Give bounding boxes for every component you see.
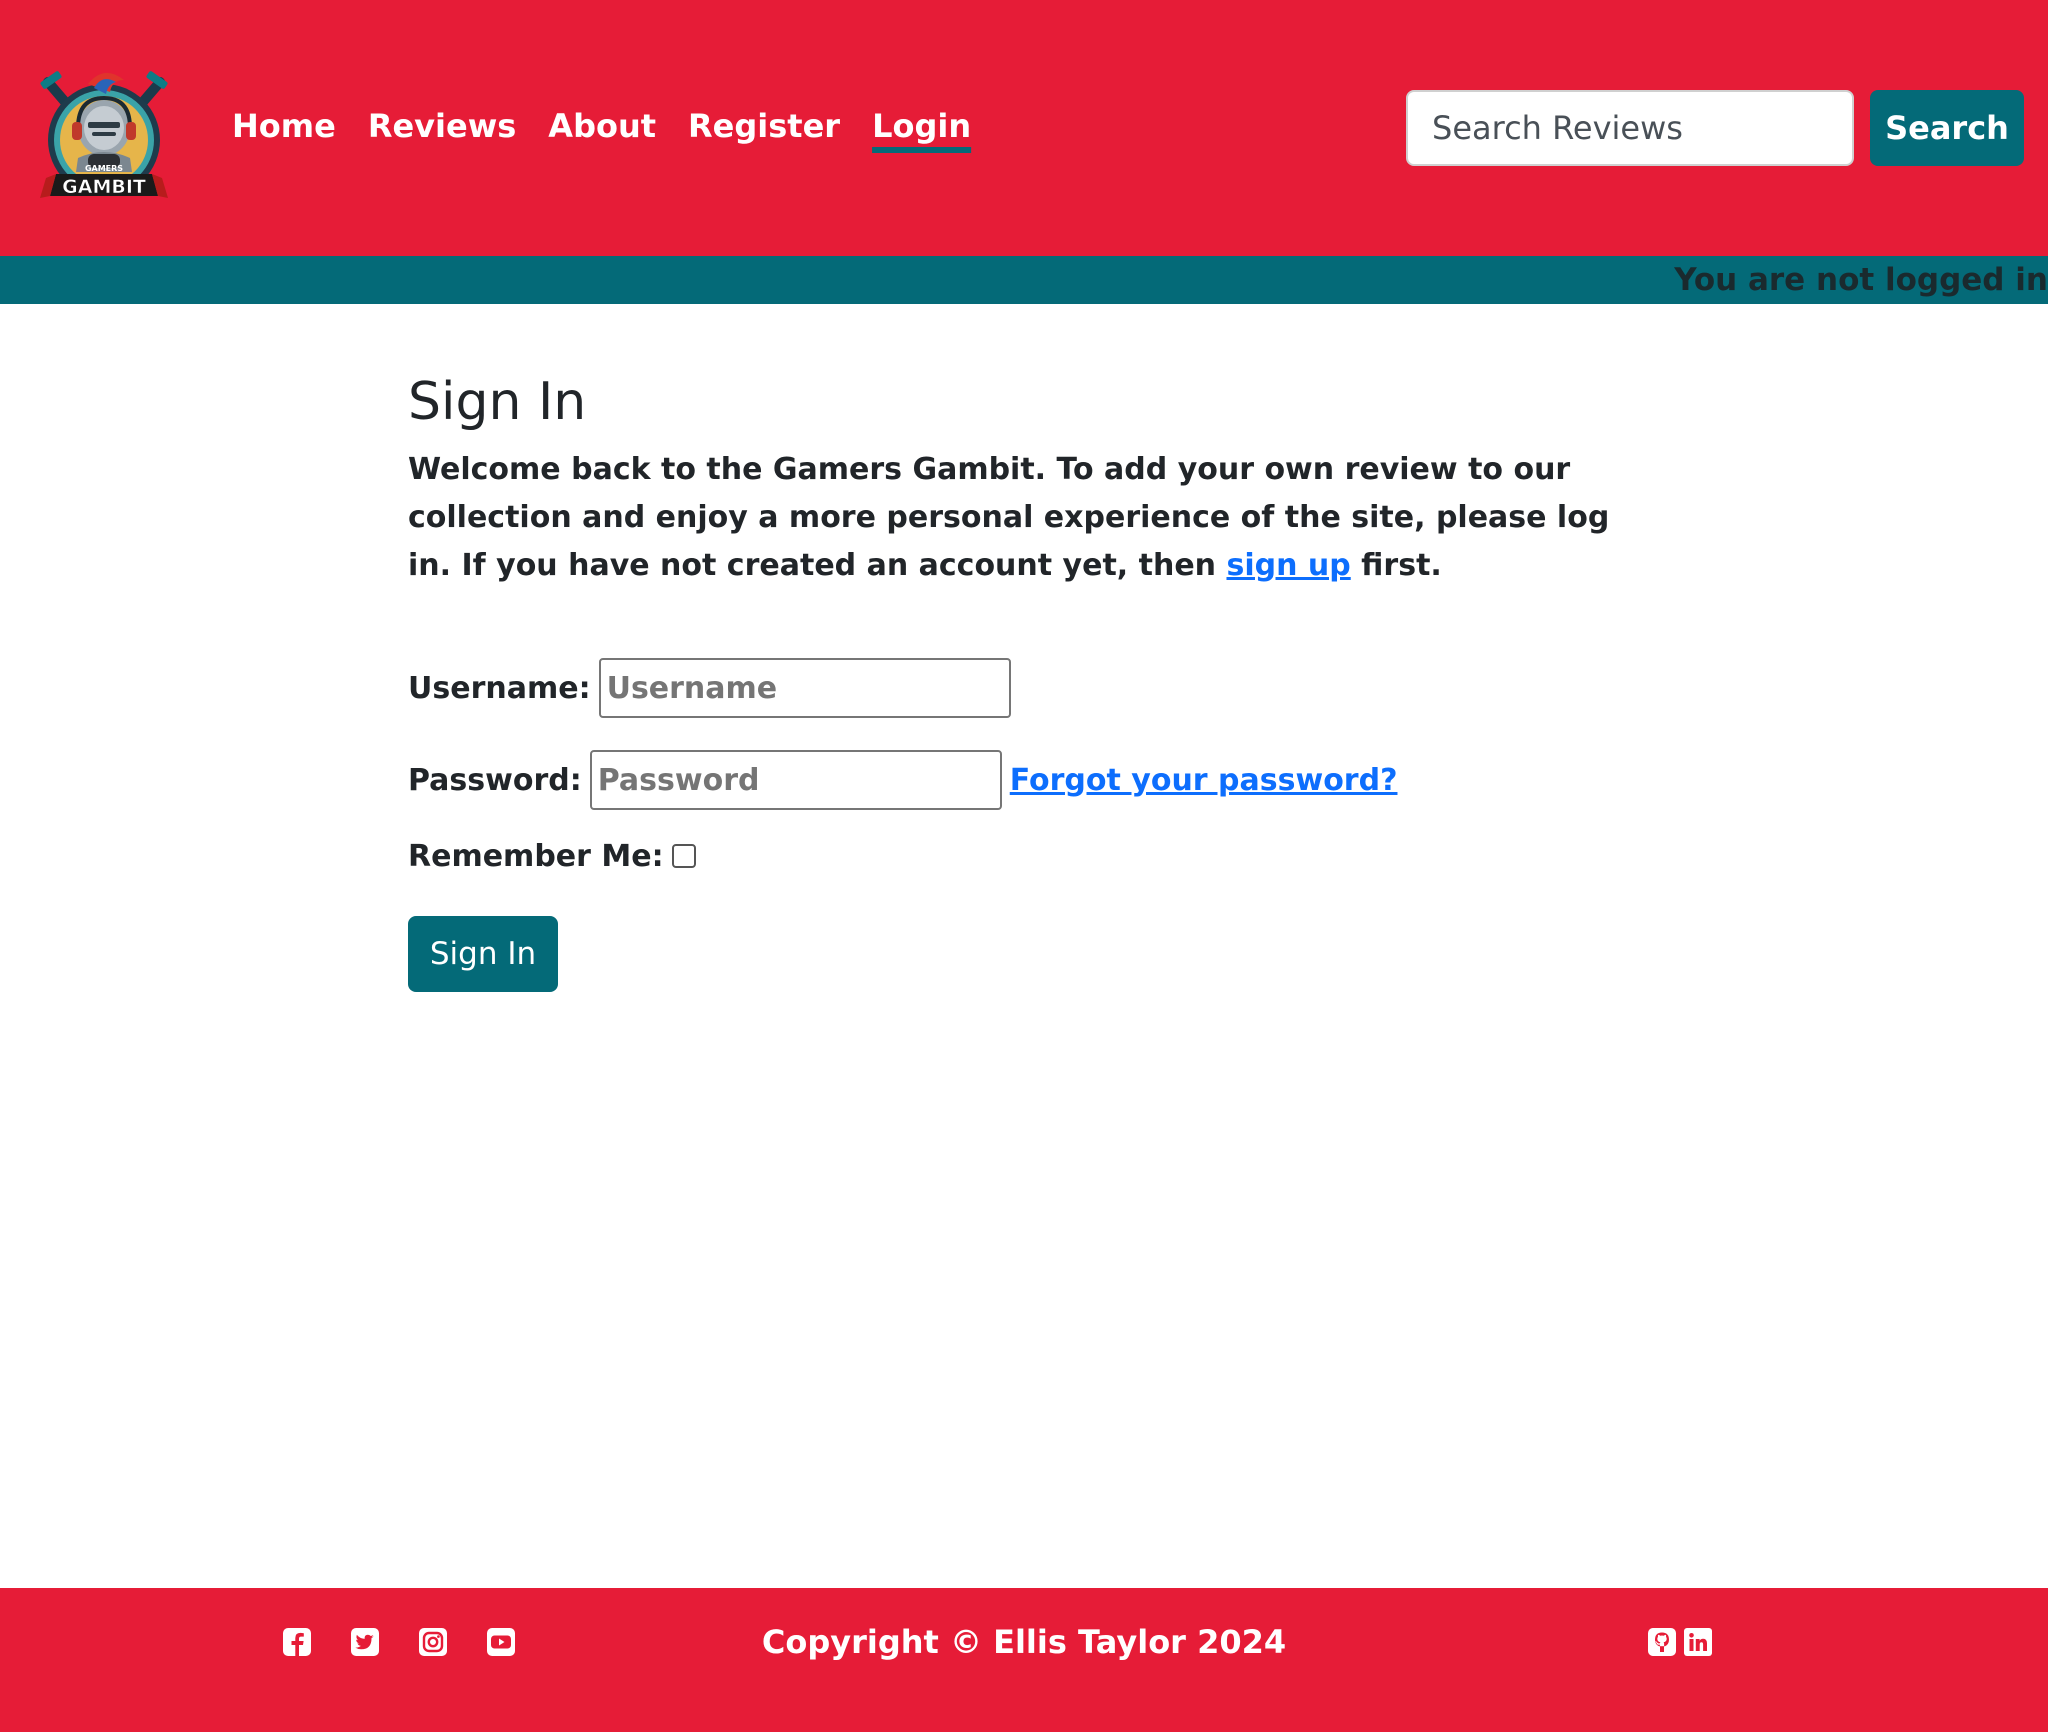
nav-about[interactable]: About <box>548 102 656 150</box>
nav-home[interactable]: Home <box>232 102 336 150</box>
site-header: GAMERS GAMBIT Home Reviews About Registe… <box>0 0 2048 256</box>
username-label: Username: <box>408 670 591 706</box>
sign-up-link[interactable]: sign up <box>1226 548 1350 583</box>
facebook-icon[interactable] <box>282 1627 312 1657</box>
nav-reviews[interactable]: Reviews <box>368 102 516 150</box>
nav-register[interactable]: Register <box>688 102 840 150</box>
sign-in-button[interactable]: Sign In <box>408 916 558 992</box>
password-input[interactable] <box>589 750 1002 810</box>
sign-in-section: Sign In Welcome back to the Gamers Gambi… <box>408 362 1648 992</box>
linkedin-icon[interactable] <box>1683 1627 1713 1657</box>
username-input[interactable] <box>598 658 1011 718</box>
intro-text-after: first. <box>1350 548 1442 583</box>
logo-top-text: GAMERS <box>85 164 123 173</box>
main-nav: Home Reviews About Register Login <box>232 102 971 150</box>
youtube-icon[interactable] <box>486 1627 516 1657</box>
instagram-icon[interactable] <box>418 1627 448 1657</box>
logo-main-text: GAMBIT <box>62 176 146 198</box>
login-status-bar: You are not logged in <box>0 256 2048 304</box>
page-title: Sign In <box>408 372 587 432</box>
knight-logo-icon: GAMERS GAMBIT <box>40 71 168 198</box>
sign-in-form: Username: Password: Forgot your password… <box>408 658 1648 992</box>
login-status-text: You are not logged in <box>1674 262 2048 298</box>
site-footer: Copyright © Ellis Taylor 2024 <box>0 1588 2048 1732</box>
site-logo[interactable]: GAMERS GAMBIT <box>38 62 170 212</box>
remember-me-label: Remember Me: <box>408 838 664 874</box>
password-label: Password: <box>408 762 582 798</box>
remember-row: Remember Me: <box>408 836 1648 876</box>
search-button[interactable]: Search <box>1870 90 2024 166</box>
search-input[interactable] <box>1406 90 1854 166</box>
intro-text: Welcome back to the Gamers Gambit. To ad… <box>408 446 1628 590</box>
password-row: Password: Forgot your password? <box>408 750 1648 810</box>
twitter-icon[interactable] <box>350 1627 380 1657</box>
username-row: Username: <box>408 658 1648 718</box>
github-icon[interactable] <box>1647 1627 1677 1657</box>
remember-me-checkbox[interactable] <box>671 844 696 868</box>
forgot-password-link[interactable]: Forgot your password? <box>1010 763 1398 798</box>
nav-login[interactable]: Login <box>872 102 971 150</box>
